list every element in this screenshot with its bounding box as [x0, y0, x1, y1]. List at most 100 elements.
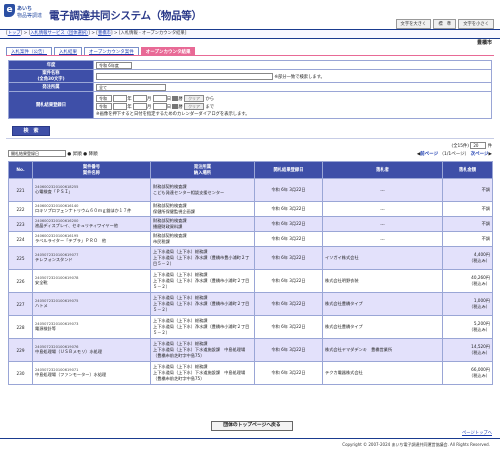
sort-desc-radio[interactable]: 降順 [89, 152, 98, 157]
divider [6, 138, 494, 139]
page-top-link[interactable]: ページトップへ [462, 430, 492, 436]
row-dept: 上下水道局（上下水）総務課 上下水道局（上下水）浄水課（豊橋市小浦町２丁目５－２） [150, 269, 255, 293]
row-winner: 株式会社豊橋タイプ [322, 315, 443, 339]
delivery-place: 上下水道局（上下水）下水道施設課 中島処理場（豊橋市前芝町字中島75） [153, 347, 246, 358]
table-row: 229 2405072320100619076 中島処理場（ＵＳＢメモリ）水処理 上下… [8, 338, 493, 362]
dept-select[interactable]: 全て [96, 83, 166, 91]
delivery-place: 上下水道局（上下水）浄水課（豊橋市小浦町２丁目５－２） [153, 301, 250, 312]
row-dept: 財務部契約検査課 市民税課 [150, 231, 255, 247]
row-case[interactable]: 2405072320100619076 中島処理場（ＵＳＢメモリ）水処理 [32, 338, 151, 362]
row-amount: 5,200円 （税込み） [442, 315, 493, 339]
case-name-input[interactable] [96, 72, 273, 80]
case-name-note: ※部分一致で検索します。 [274, 74, 325, 80]
case-name[interactable]: 液晶ディスプレイ、セキュリティワイヤー他 [35, 223, 118, 228]
table-row: 223 2406002320100616200 液晶ディスプレイ、セキュリティワイヤ… [8, 216, 493, 232]
date-label: 開札結果登録日 [8, 91, 94, 119]
row-case[interactable]: 2405072320100619073 電源検針等 [32, 315, 151, 339]
dept-label: 発注所属 [8, 82, 94, 92]
next-page-link[interactable]: 次ページ [471, 152, 489, 157]
to-era-select[interactable]: 令和 [96, 102, 112, 110]
tax-note: （税込み） [469, 350, 490, 355]
row-dept: 上下水道局（上下水）総務課 上下水道局（上下水）下水道施設課 中島処理場（豊橋市前… [150, 361, 255, 385]
case-number: 2405072320100619075 [35, 299, 79, 303]
row-date: 令和 6年 3月22日 [254, 338, 323, 362]
search-form: 年度 令和 6年度 案件名称 (全角30文字) ※部分一致で検索します。 発注所属… [8, 60, 492, 119]
case-name[interactable]: テレフォンスタンド [35, 257, 73, 262]
row-date: 令和 6年 3月22日 [254, 315, 323, 339]
to-text: まで [205, 104, 215, 110]
sort-select[interactable]: 開札結果登録日 [8, 150, 66, 157]
case-name-label: 案件名称 (全角30文字) [8, 69, 94, 83]
row-dept: 上下水道局（上下水）総務課 上下水道局（上下水）浄水課（豊橋市豊小浦町２丁目５－２… [150, 246, 255, 270]
table-row: 227 2405072320100619075 ハトメ 上下水道局（上下水）総務課 上下… [8, 292, 493, 316]
row-case[interactable]: 2405072320100619075 ハトメ [32, 292, 151, 316]
case-name[interactable]: 安全靴 [35, 280, 48, 285]
case-number: 2405072320100619078 [35, 276, 79, 280]
date-note: ※画像を押下すると日付を指定するためのカレンダーダイアログを表示します。 [96, 111, 250, 117]
tax-note: （税込み） [469, 304, 490, 309]
row-case[interactable]: 2406002320100616200 液晶ディスプレイ、セキュリティワイヤー他 [32, 216, 151, 232]
row-winner: テクカ電器株式会社 [322, 361, 443, 385]
case-name[interactable]: 中島処理場（ＵＳＢメモリ）水処理 [35, 349, 102, 354]
case-name[interactable]: ラベルライター「テプラ」ＰＲＯ 他 [35, 238, 106, 243]
from-era-select[interactable]: 令和 [96, 94, 112, 102]
case-name[interactable]: ロキソプロフェンナトリウム６０ｍｇ錠ほか１７件 [35, 208, 131, 213]
font-standard-button[interactable]: 標 準 [433, 19, 457, 29]
delivery-place: 上下水道局（上下水）下水道施設課 中島処理場（豊橋市前芝町字中島75） [153, 370, 246, 381]
case-name[interactable]: 心電検査「ＰＳＩ」 [35, 189, 73, 194]
year-select[interactable]: 令和 6年度 [96, 61, 132, 69]
col-amount: 落札金額 [442, 161, 493, 179]
breadcrumb-org-select[interactable]: 入札情報サービス（団体選択） [30, 31, 88, 36]
tax-note: （税込み） [469, 327, 490, 332]
row-amount: 40,260円 （税込み） [442, 269, 493, 293]
delivery-place: 保健所保健監視企画課 [153, 209, 195, 214]
font-large-button[interactable]: 文字を大きく [395, 19, 432, 29]
breadcrumb-top[interactable]: トップ [8, 31, 21, 36]
results-table: No. 案件番号 案件名称 発注所属 納入場所 開札結果登録日 落札者 落札金額… [8, 161, 493, 385]
tax-note: （税込み） [469, 258, 490, 263]
row-dept: 上下水道局（上下水）総務課 上下水道局（上下水）下水道施設課 中島処理場（豊橋市前… [150, 338, 255, 362]
tab-underline [6, 55, 494, 56]
to-month-input[interactable] [133, 102, 148, 110]
row-case[interactable]: 2405072320100619071 中島処理場（ファンモーター）水処理 [32, 361, 151, 385]
from-year-input[interactable] [113, 94, 128, 102]
back-to-org-top-button[interactable]: 団体のトップページへ戻る [211, 421, 293, 431]
row-dept: 財務部契約検査課 保健所保健監視企画課 [150, 201, 255, 217]
breadcrumb-org[interactable]: 豊橋市 [98, 31, 111, 36]
case-name[interactable]: 中島処理場（ファンモーター）水処理 [35, 372, 106, 377]
footer-divider [0, 438, 500, 439]
row-date: 令和 6年 3月22日 [254, 231, 323, 247]
row-case[interactable]: 2405072320100619077 テレフォンスタンド [32, 246, 151, 270]
logo-line1: あいち [17, 6, 33, 12]
row-case[interactable]: 2405072320100619078 安全靴 [32, 269, 151, 293]
from-month-input[interactable] [133, 94, 148, 102]
row-date: 令和 6年 3月22日 [254, 361, 323, 385]
table-row: 222 2406002320100616140 ロキソプロフェンナトリウム６０ｍｇ錠… [8, 201, 493, 217]
from-text: から [205, 96, 215, 102]
amount-value: 不調 [481, 236, 490, 241]
sort-asc-radio[interactable]: 昇順 [73, 152, 82, 157]
case-name[interactable]: 電源検針等 [35, 326, 56, 331]
row-case[interactable]: 2406002320100616140 ロキソプロフェンナトリウム６０ｍｇ錠ほか１… [32, 201, 151, 217]
from-clear-button[interactable]: クリア [184, 94, 205, 102]
to-clear-button[interactable]: クリア [184, 102, 205, 110]
row-case[interactable]: 2406002320100618255 心電検査「ＰＳＩ」 [32, 178, 151, 202]
row-no: 228 [8, 315, 33, 339]
row-date: 令和 6年 3月22日 [254, 216, 323, 232]
breadcrumb: [トップ] > [入札情報サービス（団体選択）] > [豊橋市] > [入札情報… [6, 31, 187, 36]
row-case[interactable]: 2406002320100616195 ラベルライター「テプラ」ＰＲＯ 他 [32, 231, 151, 247]
to-year-input[interactable] [113, 102, 128, 110]
copyright: Copyright © 2007-2024 あいち電子調達共同運営協議会. Al… [342, 442, 490, 447]
table-row: 225 2405072320100619077 テレフォンスタンド 上下水道局（上下水… [8, 246, 493, 270]
font-small-button[interactable]: 文字を小さく [458, 19, 494, 29]
search-button[interactable]: 検 索 [12, 126, 50, 136]
case-name[interactable]: ハトメ [35, 303, 48, 308]
from-day-input[interactable] [152, 94, 167, 102]
row-no: 221 [8, 178, 33, 202]
row-date: 令和 6年 3月22日 [254, 201, 323, 217]
row-date: 令和 6年 3月22日 [254, 269, 323, 293]
prev-page-link[interactable]: 前ページ [420, 152, 438, 157]
per-page-select[interactable]: 20 [470, 142, 487, 149]
to-day-input[interactable] [152, 102, 167, 110]
table-row: 228 2405072320100619073 電源検針等 上下水道局（上下水）総務課… [8, 315, 493, 339]
